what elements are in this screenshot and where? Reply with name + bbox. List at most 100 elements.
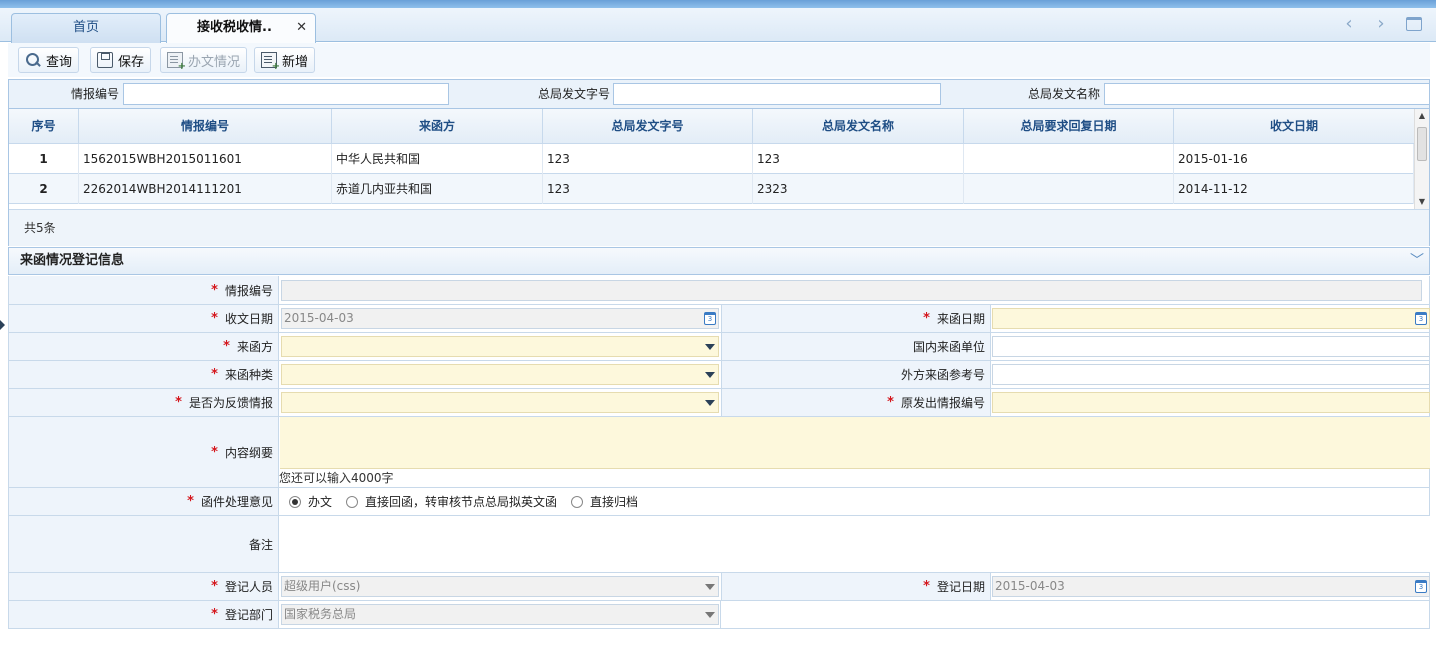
search-label-intel-no: 情报编号 — [70, 87, 119, 101]
required-mark: * — [211, 282, 218, 298]
dropdown-arrow-icon[interactable] — [705, 344, 715, 350]
letter-date-field[interactable]: 3 — [992, 308, 1430, 329]
chevron-right-icon[interactable]: › — [1370, 13, 1392, 37]
foreign-ref-label-text: 外方来函参考号 — [900, 368, 985, 382]
summary-label: * 内容纲要 — [9, 417, 279, 487]
collapse-left-icon[interactable] — [0, 320, 5, 330]
cell-sender: 赤道几内亚共和国 — [332, 174, 543, 204]
results-table: 序号 情报编号 来函方 总局发文字号 总局发文名称 总局要求回复日期 收文日期 … — [8, 108, 1430, 246]
required-mark: * — [211, 311, 218, 326]
window-icon[interactable] — [1406, 17, 1422, 31]
dropdown-arrow-icon[interactable] — [705, 372, 715, 378]
foreign-ref-field[interactable] — [992, 364, 1430, 385]
calendar-icon[interactable]: 3 — [1415, 312, 1427, 325]
foreign-ref-label: 外方来函参考号 — [721, 361, 991, 388]
column-header[interactable]: 序号 — [9, 109, 79, 144]
tab-receive-tax-info[interactable]: 接收税收情.. ✕ — [166, 13, 316, 44]
letter-date-label-text: 来函日期 — [936, 312, 985, 326]
recv-date-value: 2015-04-03 — [284, 311, 354, 325]
calendar-icon[interactable]: 3 — [704, 312, 716, 325]
dropdown-arrow-icon[interactable] — [705, 612, 715, 618]
form-row: * 情报编号 — [8, 276, 1430, 305]
required-mark: * — [211, 607, 218, 622]
chevron-down-icon[interactable]: ﹀ — [1410, 248, 1424, 274]
table-row[interactable]: 2 2262014WBH2014111201 赤道几内亚共和国 123 2323… — [9, 174, 1414, 204]
cell-reply-date — [964, 144, 1174, 174]
opinion-radio-archive[interactable]: 直接归档 — [571, 493, 638, 510]
row-number: 1 — [9, 144, 79, 174]
intel-no-search-input[interactable] — [123, 83, 449, 105]
tab-home[interactable]: 首页 — [11, 13, 161, 43]
save-button[interactable]: 保存 — [90, 47, 152, 73]
cell-recv-date: 2015-01-16 — [1174, 144, 1414, 174]
required-mark: * — [887, 395, 894, 410]
column-header[interactable]: 收文日期 — [1174, 109, 1414, 144]
domestic-unit-label-text: 国内来函单位 — [912, 340, 985, 354]
column-header[interactable]: 总局发文字号 — [543, 109, 753, 144]
status-button[interactable]: 办文情况 — [160, 47, 248, 73]
feedback-label-text: 是否为反馈情报 — [188, 396, 273, 410]
scroll-up-icon[interactable]: ▲ — [1415, 109, 1429, 123]
row-number: 2 — [9, 174, 79, 204]
form-row: * 登记部门 国家税务总局 — [8, 601, 1430, 629]
remark-textarea[interactable] — [280, 516, 1430, 572]
table-row[interactable]: 1 1562015WBH2015011601 中华人民共和国 123 123 2… — [9, 144, 1414, 174]
intel-no-label: * 情报编号 — [9, 276, 279, 304]
close-icon[interactable]: ✕ — [296, 14, 307, 42]
opinion-radio-group: 办文 直接回函，转审核节点总局拟英文函 直接归档 — [289, 488, 652, 515]
radio-icon — [346, 495, 359, 508]
status-button-label: 办文情况 — [188, 54, 241, 70]
cell-sender: 中华人民共和国 — [332, 144, 543, 174]
summary-label-text: 内容纲要 — [224, 445, 273, 460]
sender-select[interactable] — [281, 336, 719, 357]
add-document-icon — [261, 52, 280, 72]
column-header[interactable]: 情报编号 — [79, 109, 332, 144]
letter-date-label: * 来函日期 — [721, 305, 991, 332]
calendar-icon[interactable]: 3 — [1415, 580, 1427, 593]
search-bar: 情报编号 总局发文字号 总局发文名称 — [8, 79, 1430, 108]
letter-type-select[interactable] — [281, 364, 719, 385]
registrar-label-text: 登记人员 — [224, 580, 273, 594]
feedback-select[interactable] — [281, 392, 719, 413]
scroll-down-icon[interactable]: ▼ — [1415, 195, 1429, 209]
required-mark: * — [223, 339, 230, 354]
required-mark: * — [923, 311, 930, 326]
dropdown-arrow-icon[interactable] — [705, 584, 715, 590]
doc-no-search-input[interactable] — [613, 83, 941, 105]
column-header[interactable]: 总局要求回复日期 — [964, 109, 1174, 144]
dropdown-arrow-icon[interactable] — [705, 400, 715, 406]
dept-value: 国家税务总局 — [284, 607, 357, 621]
letter-type-label: * 来函种类 — [9, 361, 279, 388]
registrar-label: * 登记人员 — [9, 573, 279, 600]
radio-label: 直接归档 — [590, 495, 639, 509]
registrar-select[interactable]: 超级用户(css) — [281, 576, 719, 597]
opinion-radio-reply[interactable]: 直接回函，转审核节点总局拟英文函 — [346, 493, 557, 510]
orig-intel-field[interactable] — [992, 392, 1430, 413]
chevron-left-icon[interactable]: ‹ — [1338, 13, 1360, 37]
required-mark: * — [211, 367, 218, 382]
add-button-label: 新增 — [282, 54, 309, 70]
reg-date-field[interactable]: 2015-04-03 3 — [992, 576, 1430, 597]
form-row: * 内容纲要 您还可以输入4000字 — [8, 417, 1430, 488]
summary-textarea[interactable] — [280, 417, 1430, 469]
cell-doc-no: 123 — [543, 174, 753, 204]
scroll-thumb[interactable] — [1417, 127, 1427, 161]
radio-icon — [571, 495, 584, 508]
required-mark: * — [923, 579, 930, 594]
cell-doc-name: 123 — [753, 144, 964, 174]
reg-date-label: * 登记日期 — [721, 573, 991, 600]
column-header[interactable]: 来函方 — [332, 109, 543, 144]
table-scrollbar[interactable]: ▲ ▼ — [1414, 109, 1429, 209]
remark-label-text: 备注 — [248, 537, 273, 552]
sender-label-text: 来函方 — [236, 340, 273, 354]
dept-select[interactable]: 国家税务总局 — [281, 604, 719, 625]
intel-no-field[interactable] — [281, 280, 1422, 301]
form-row: 备注 — [8, 516, 1430, 573]
query-button[interactable]: 查询 — [18, 47, 80, 73]
recv-date-field[interactable]: 2015-04-03 3 — [281, 308, 719, 329]
opinion-radio-handle[interactable]: 办文 — [289, 493, 332, 510]
domestic-unit-field[interactable] — [992, 336, 1430, 357]
doc-name-search-input[interactable] — [1104, 83, 1430, 105]
add-button[interactable]: 新增 — [254, 47, 316, 73]
column-header[interactable]: 总局发文名称 — [753, 109, 964, 144]
